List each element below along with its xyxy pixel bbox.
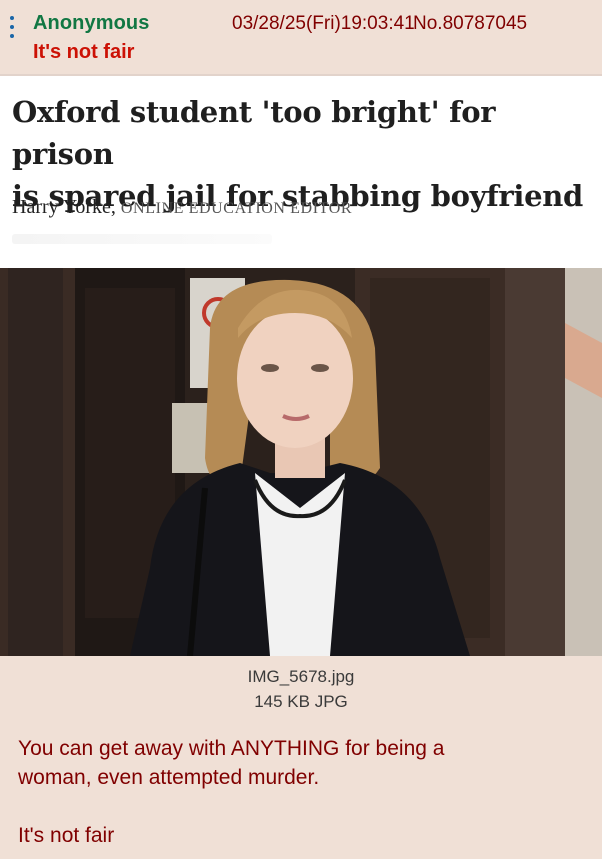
post-header: Anonymous It's not fair 03/28/25(Fri)19:… (0, 0, 602, 74)
article-author-role: ONLINE EDUCATION EDITOR (120, 200, 353, 217)
comment-line: woman, even attempted murder. (18, 766, 320, 789)
article-headline-line: Oxford student 'too bright' for prison (12, 95, 496, 171)
comment-line: You can get away with ANYTHING for being… (18, 737, 445, 760)
faded-text-line (12, 234, 272, 244)
post-datetime: 03/28/25(Fri)19:03:41 (232, 13, 415, 34)
file-info: IMG_5678.jpg 145 KB JPG (0, 664, 602, 714)
post-number-link[interactable]: No.80787045 (413, 13, 527, 35)
file-meta: 145 KB JPG (254, 692, 348, 711)
post-comment: You can get away with ANYTHING for being… (18, 734, 578, 850)
poster-name: Anonymous (33, 12, 150, 34)
post-subject: It's not fair (33, 41, 135, 63)
article-author: Harry Yorke, (12, 196, 116, 218)
post-menu-icon[interactable] (10, 16, 14, 38)
article-byline: Harry Yorke, ONLINE EDUCATION EDITOR (12, 196, 352, 219)
photo-illustration (0, 268, 602, 656)
comment-line: It's not fair (18, 824, 115, 847)
file-name-link[interactable]: IMG_5678.jpg (0, 664, 602, 689)
attached-image-article[interactable]: Oxford student 'too bright' for prison i… (0, 76, 602, 268)
article-photo[interactable] (0, 268, 602, 656)
